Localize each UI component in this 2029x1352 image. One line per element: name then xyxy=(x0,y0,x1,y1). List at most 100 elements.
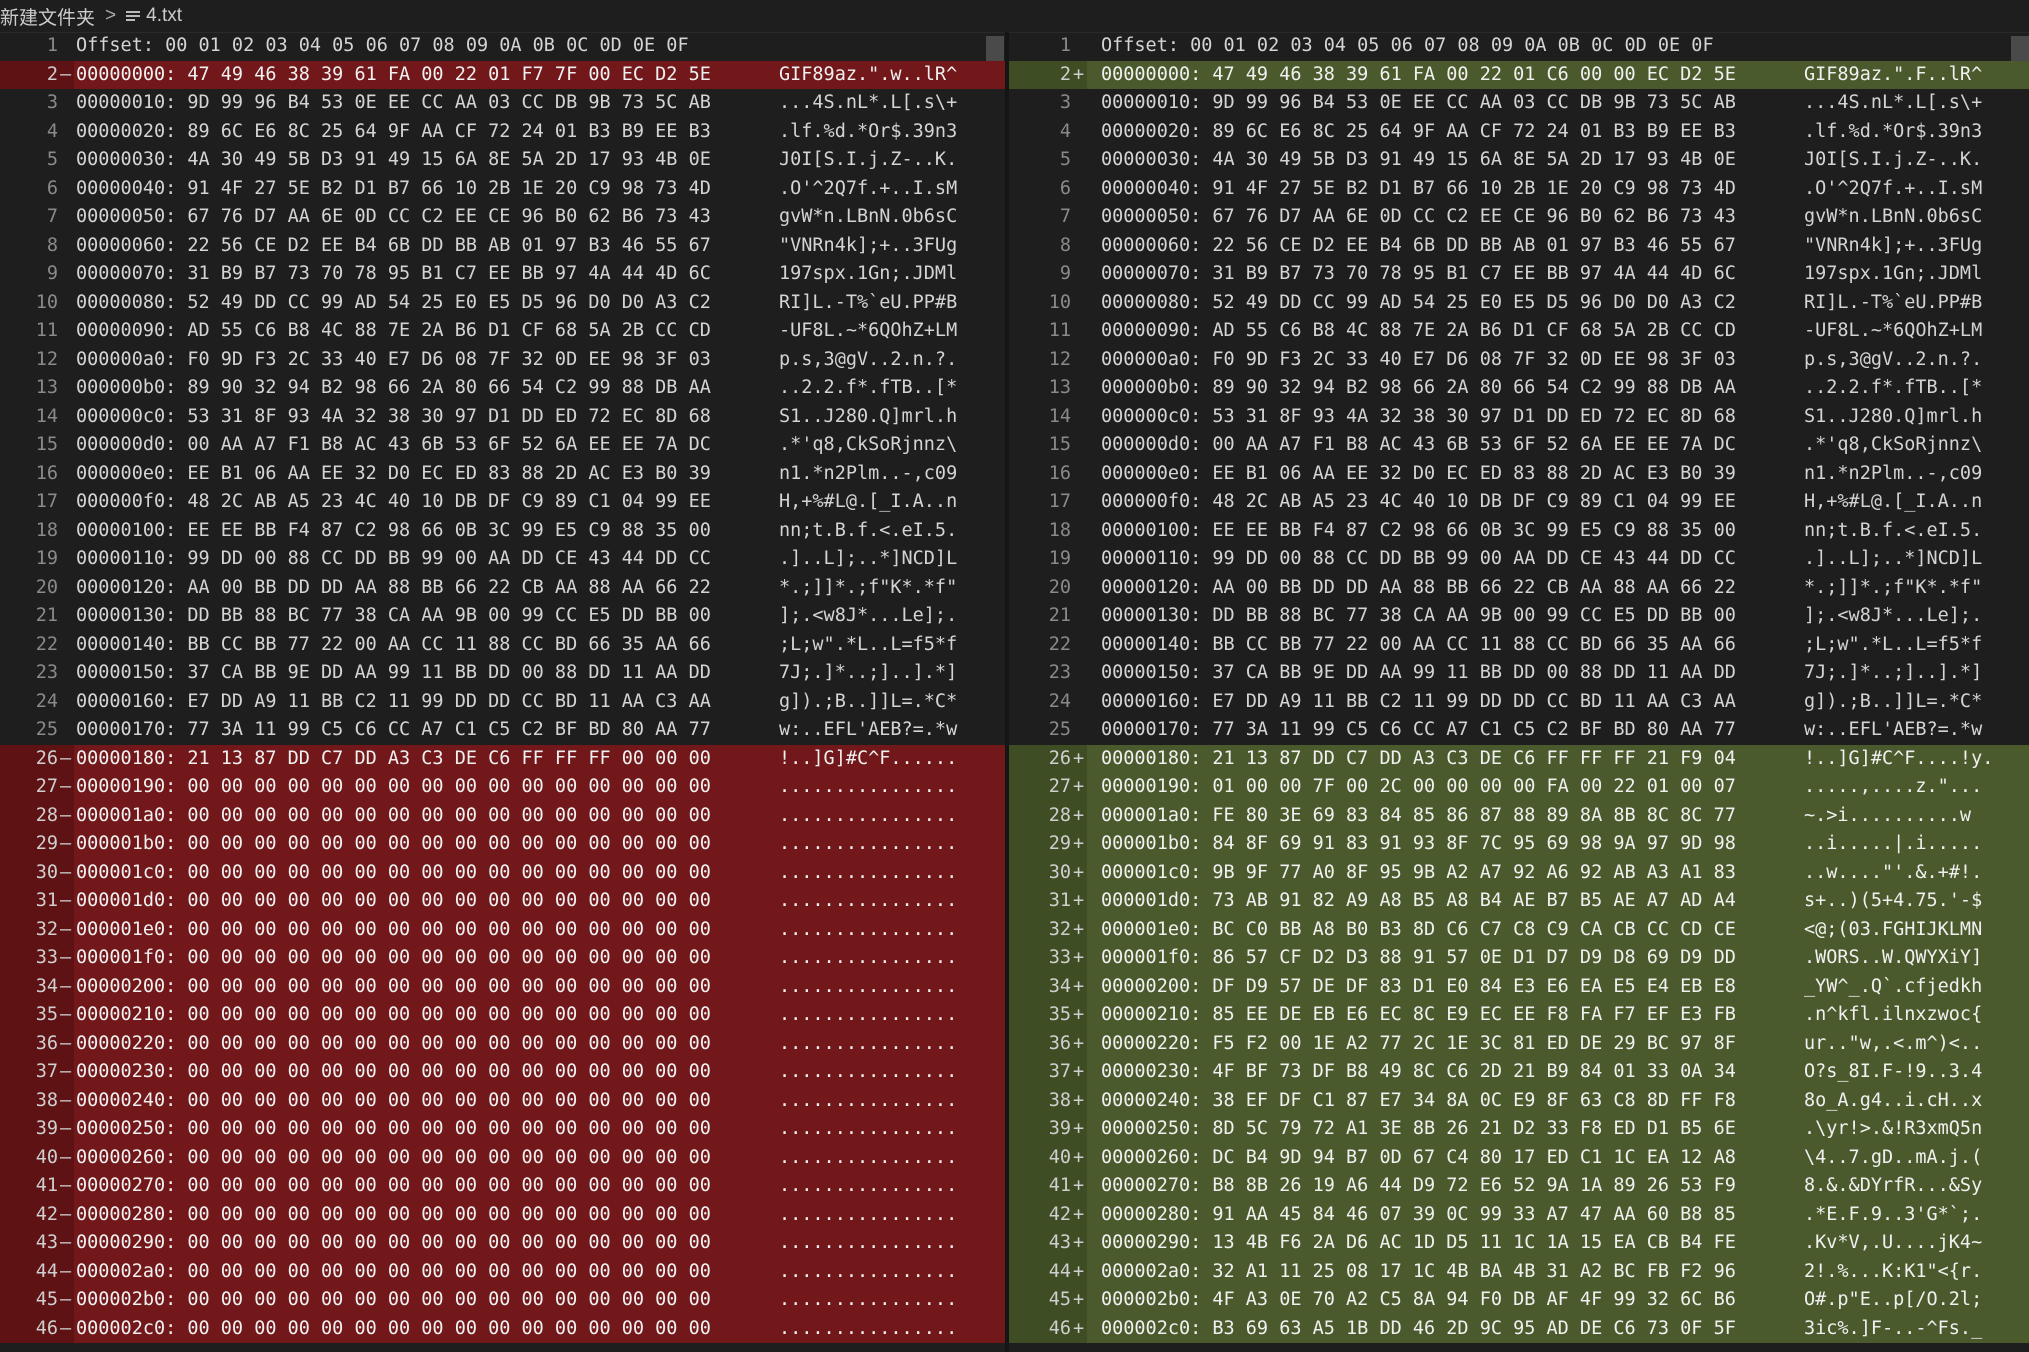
pane-divider[interactable] xyxy=(1005,32,1009,1352)
added-line[interactable]: 37 + 00000230: 4F BF 73 DF B8 49 8C C6 2D … xyxy=(1005,1058,2029,1087)
added-line[interactable]: 36 + 00000220: F5 F2 00 1E A2 77 2C 1E 3C … xyxy=(1005,1029,2029,1058)
removed-line[interactable]: 45—000002b0: 00 00 00 00 00 00 00 00 00 … xyxy=(0,1286,1005,1315)
code-line[interactable]: 18 00000100: EE EE BB F4 87 C2 98 66 0B 3… xyxy=(1005,517,2029,546)
code-line[interactable]: 23 00000150: 37 CA BB 9E DD AA 99 11 BB D… xyxy=(0,659,1005,688)
added-line[interactable]: 30 + 000001c0: 9B 9F 77 A0 8F 95 9B A2 A7 … xyxy=(1005,858,2029,887)
removed-line[interactable]: 37—00000230: 00 00 00 00 00 00 00 00 00 … xyxy=(0,1058,1005,1087)
removed-line[interactable]: 27—00000190: 00 00 00 00 00 00 00 00 00 … xyxy=(0,773,1005,802)
added-line[interactable]: 39 + 00000250: 8D 5C 79 72 A1 3E 8B 26 21 … xyxy=(1005,1115,2029,1144)
line-number: 38— xyxy=(0,1086,74,1115)
code-line[interactable]: 12 000000a0: F0 9D F3 2C 33 40 E7 D6 08 7… xyxy=(0,346,1005,375)
diff-marker: — xyxy=(60,1032,72,1054)
code-line[interactable]: 19 00000110: 99 DD 00 88 CC DD BB 99 00 A… xyxy=(1005,545,2029,574)
added-line[interactable]: 38 + 00000240: 38 EF DF C1 87 E7 34 8A 0C … xyxy=(1005,1086,2029,1115)
code-line[interactable]: 25 00000170: 77 3A 11 99 C5 C6 CC A7 C1 C… xyxy=(1005,716,2029,745)
code-line[interactable]: 8 00000060: 22 56 CE D2 EE B4 6B DD BB AB… xyxy=(1005,232,2029,261)
code-line[interactable]: 17 000000f0: 48 2C AB A5 23 4C 40 10 DB D… xyxy=(0,488,1005,517)
breadcrumb-file[interactable]: 4.txt xyxy=(146,5,182,27)
code-line[interactable]: 15 000000d0: 00 AA A7 F1 B8 AC 43 6B 53 6… xyxy=(0,431,1005,460)
modified-pane[interactable]: 1 Offset: 00 01 02 03 04 05 06 07 08 09 … xyxy=(1005,32,2029,1352)
code-line[interactable]: 11 00000090: AD 55 C6 B8 4C 88 7E 2A B6 D… xyxy=(1005,317,2029,346)
removed-line[interactable]: 43—00000290: 00 00 00 00 00 00 00 00 00 … xyxy=(0,1229,1005,1258)
code-line[interactable]: 20 00000120: AA 00 BB DD DD AA 88 BB 66 2… xyxy=(0,574,1005,603)
added-line[interactable]: 28 + 000001a0: FE 80 3E 69 83 84 85 86 87 … xyxy=(1005,801,2029,830)
added-line[interactable]: 33 + 000001f0: 86 57 CF D2 D3 88 91 57 0E … xyxy=(1005,944,2029,973)
code-line[interactable]: 6 00000040: 91 4F 27 5E B2 D1 B7 66 10 2B… xyxy=(1005,175,2029,204)
added-line[interactable]: 34 + 00000200: DF D9 57 DE DF 83 D1 E0 84 … xyxy=(1005,972,2029,1001)
code-line[interactable]: 8 00000060: 22 56 CE D2 EE B4 6B DD BB AB… xyxy=(0,232,1005,261)
removed-line[interactable]: 41—00000270: 00 00 00 00 00 00 00 00 00 … xyxy=(0,1172,1005,1201)
code-line[interactable]: 16 000000e0: EE B1 06 AA EE 32 D0 EC ED 8… xyxy=(0,460,1005,489)
code-line[interactable]: 22 00000140: BB CC BB 77 22 00 AA CC 11 8… xyxy=(1005,631,2029,660)
added-line[interactable]: 31 + 000001d0: 73 AB 91 82 A9 A8 B5 A8 B4 … xyxy=(1005,887,2029,916)
code-line[interactable]: 13 000000b0: 89 90 32 94 B2 98 66 2A 80 6… xyxy=(0,374,1005,403)
code-line[interactable]: 18 00000100: EE EE BB F4 87 C2 98 66 0B 3… xyxy=(0,517,1005,546)
removed-line[interactable]: 33—000001f0: 00 00 00 00 00 00 00 00 00 … xyxy=(0,944,1005,973)
removed-line[interactable]: 39—00000250: 00 00 00 00 00 00 00 00 00 … xyxy=(0,1115,1005,1144)
removed-line[interactable]: 34—00000200: 00 00 00 00 00 00 00 00 00 … xyxy=(0,972,1005,1001)
code-line[interactable]: 9 00000070: 31 B9 B7 73 70 78 95 B1 C7 EE… xyxy=(1005,260,2029,289)
added-line[interactable]: 46 + 000002c0: B3 69 63 A5 1B DD 46 2D 9C … xyxy=(1005,1314,2029,1343)
code-line[interactable]: 25 00000170: 77 3A 11 99 C5 C6 CC A7 C1 C… xyxy=(0,716,1005,745)
removed-line[interactable]: 32—000001e0: 00 00 00 00 00 00 00 00 00 … xyxy=(0,915,1005,944)
code-line[interactable]: 20 00000120: AA 00 BB DD DD AA 88 BB 66 2… xyxy=(1005,574,2029,603)
code-line[interactable]: 4 00000020: 89 6C E6 8C 25 64 9F AA CF 72… xyxy=(0,118,1005,147)
added-line[interactable]: 26 + 00000180: 21 13 87 DD C7 DD A3 C3 DE … xyxy=(1005,744,2029,773)
code-line[interactable]: 12 000000a0: F0 9D F3 2C 33 40 E7 D6 08 7… xyxy=(1005,346,2029,375)
removed-line[interactable]: 26—00000180: 21 13 87 DD C7 DD A3 C3 DE … xyxy=(0,744,1005,773)
code-line[interactable]: 7 00000050: 67 76 D7 AA 6E 0D CC C2 EE CE… xyxy=(1005,203,2029,232)
removed-line[interactable]: 2—00000000: 47 49 46 38 39 61 FA 00 22 0… xyxy=(0,60,1005,89)
code-line[interactable]: 5 00000030: 4A 30 49 5B D3 91 49 15 6A 8E… xyxy=(0,146,1005,175)
ascii-text: *.;]]*.;f"K*.*f" xyxy=(1804,576,1983,598)
removed-line[interactable]: 29—000001b0: 00 00 00 00 00 00 00 00 00 … xyxy=(0,830,1005,859)
added-line[interactable]: 2 + 00000000: 47 49 46 38 39 61 FA 00 22 0… xyxy=(1005,60,2029,89)
code-line[interactable]: 17 000000f0: 48 2C AB A5 23 4C 40 10 DB D… xyxy=(1005,488,2029,517)
removed-line[interactable]: 36—00000220: 00 00 00 00 00 00 00 00 00 … xyxy=(0,1029,1005,1058)
code-line[interactable]: 10 00000080: 52 49 DD CC 99 AD 54 25 E0 E… xyxy=(1005,289,2029,318)
code-line[interactable]: 19 00000110: 99 DD 00 88 CC DD BB 99 00 A… xyxy=(0,545,1005,574)
code-line[interactable]: 7 00000050: 67 76 D7 AA 6E 0D CC C2 EE CE… xyxy=(0,203,1005,232)
added-line[interactable]: 40 + 00000260: DC B4 9D 94 B7 0D 67 C4 80 … xyxy=(1005,1143,2029,1172)
code-line[interactable]: 14 000000c0: 53 31 8F 93 4A 32 38 30 97 D… xyxy=(0,403,1005,432)
code-line[interactable]: 24 00000160: E7 DD A9 11 BB C2 11 99 DD D… xyxy=(1005,688,2029,717)
code-line[interactable]: 21 00000130: DD BB 88 BC 77 38 CA AA 9B 0… xyxy=(0,602,1005,631)
code-line[interactable]: 5 00000030: 4A 30 49 5B D3 91 49 15 6A 8E… xyxy=(1005,146,2029,175)
added-line[interactable]: 27 + 00000190: 01 00 00 7F 00 2C 00 00 00 … xyxy=(1005,773,2029,802)
removed-line[interactable]: 35—00000210: 00 00 00 00 00 00 00 00 00 … xyxy=(0,1001,1005,1030)
removed-line[interactable]: 44—000002a0: 00 00 00 00 00 00 00 00 00 … xyxy=(0,1257,1005,1286)
code-line[interactable]: 22 00000140: BB CC BB 77 22 00 AA CC 11 8… xyxy=(0,631,1005,660)
code-line[interactable]: 21 00000130: DD BB 88 BC 77 38 CA AA 9B 0… xyxy=(1005,602,2029,631)
line-number: 20 xyxy=(35,576,58,598)
code-line[interactable]: 3 00000010: 9D 99 96 B4 53 0E EE CC AA 03… xyxy=(1005,89,2029,118)
added-line[interactable]: 44 + 000002a0: 32 A1 11 25 08 17 1C 4B BA … xyxy=(1005,1257,2029,1286)
code-line[interactable]: 4 00000020: 89 6C E6 8C 25 64 9F AA CF 72… xyxy=(1005,118,2029,147)
code-line[interactable]: 14 000000c0: 53 31 8F 93 4A 32 38 30 97 D… xyxy=(1005,403,2029,432)
removed-line[interactable]: 42—00000280: 00 00 00 00 00 00 00 00 00 … xyxy=(0,1200,1005,1229)
added-line[interactable]: 35 + 00000210: 85 EE DE EB E6 EC 8C E9 EC … xyxy=(1005,1001,2029,1030)
breadcrumb-folder[interactable]: 新建文件夹 xyxy=(0,3,95,30)
code-line[interactable]: 13 000000b0: 89 90 32 94 B2 98 66 2A 80 6… xyxy=(1005,374,2029,403)
removed-line[interactable]: 46—000002c0: 00 00 00 00 00 00 00 00 00 … xyxy=(0,1314,1005,1343)
code-line[interactable]: 10 00000080: 52 49 DD CC 99 AD 54 25 E0 E… xyxy=(0,289,1005,318)
added-line[interactable]: 32 + 000001e0: BC C0 BB A8 B0 B3 8D C6 C7 … xyxy=(1005,915,2029,944)
code-line[interactable]: 24 00000160: E7 DD A9 11 BB C2 11 99 DD D… xyxy=(0,688,1005,717)
added-line[interactable]: 29 + 000001b0: 84 8F 69 91 83 91 93 8F 7C … xyxy=(1005,830,2029,859)
code-line[interactable]: 16 000000e0: EE B1 06 AA EE 32 D0 EC ED 8… xyxy=(1005,460,2029,489)
code-line[interactable]: 15 000000d0: 00 AA A7 F1 B8 AC 43 6B 53 6… xyxy=(1005,431,2029,460)
code-line[interactable]: 6 00000040: 91 4F 27 5E B2 D1 B7 66 10 2B… xyxy=(0,175,1005,204)
removed-line[interactable]: 31—000001d0: 00 00 00 00 00 00 00 00 00 … xyxy=(0,887,1005,916)
removed-line[interactable]: 30—000001c0: 00 00 00 00 00 00 00 00 00 … xyxy=(0,858,1005,887)
original-pane[interactable]: 1 Offset: 00 01 02 03 04 05 06 07 08 09 … xyxy=(0,32,1005,1352)
code-line[interactable]: 9 00000070: 31 B9 B7 73 70 78 95 B1 C7 EE… xyxy=(0,260,1005,289)
added-line[interactable]: 43 + 00000290: 13 4B F6 2A D6 AC 1D D5 11 … xyxy=(1005,1229,2029,1258)
diff-marker: — xyxy=(60,776,72,797)
code-line[interactable]: 23 00000150: 37 CA BB 9E DD AA 99 11 BB D… xyxy=(1005,659,2029,688)
code-line[interactable]: 3 00000010: 9D 99 96 B4 53 0E EE CC AA 03… xyxy=(0,89,1005,118)
added-line[interactable]: 45 + 000002b0: 4F A3 0E 70 A2 C5 8A 94 F0 … xyxy=(1005,1286,2029,1315)
removed-line[interactable]: 40—00000260: 00 00 00 00 00 00 00 00 00 … xyxy=(0,1143,1005,1172)
removed-line[interactable]: 28—000001a0: 00 00 00 00 00 00 00 00 00 … xyxy=(0,801,1005,830)
added-line[interactable]: 42 + 00000280: 91 AA 45 84 46 07 39 0C 99 … xyxy=(1005,1200,2029,1229)
added-line[interactable]: 41 + 00000270: B8 8B 26 19 A6 44 D9 72 E6 … xyxy=(1005,1172,2029,1201)
code-line[interactable]: 11 00000090: AD 55 C6 B8 4C 88 7E 2A B6 D… xyxy=(0,317,1005,346)
removed-line[interactable]: 38—00000240: 00 00 00 00 00 00 00 00 00 … xyxy=(0,1086,1005,1115)
